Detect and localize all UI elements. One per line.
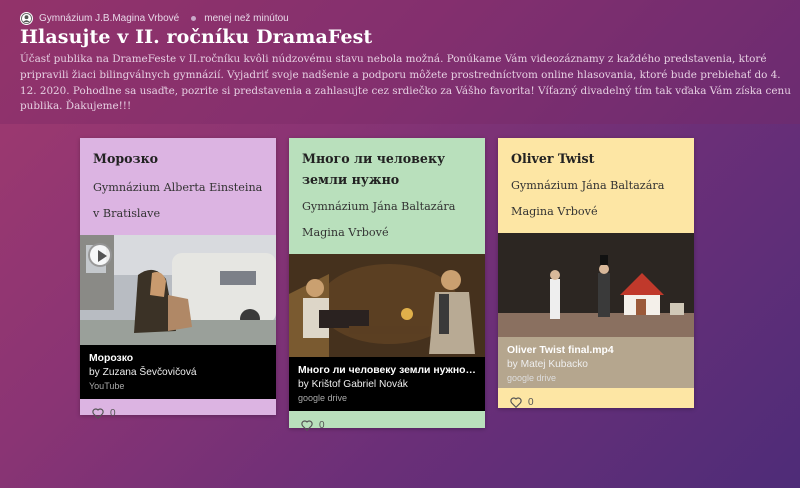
post-card-oliver-twist[interactable]: Oliver Twist Gymnázium Jána Baltazára Ma… <box>498 138 694 409</box>
video-caption: Много ли человеку земли нужно.m... by Kr… <box>289 357 485 411</box>
video-author: by Matej Kubacko <box>507 359 588 370</box>
video-attachment[interactable]: Морозко by Zuzana Ševčovičová YouTube <box>80 235 276 399</box>
video-title[interactable]: Морозко <box>89 352 267 366</box>
post-time: menej než minútou <box>204 12 289 24</box>
like-count: 0 <box>528 396 534 408</box>
video-source: YouTube <box>89 381 125 391</box>
author-name[interactable]: Gymnázium J.B.Magina Vrbové <box>39 13 179 24</box>
video-thumbnail <box>498 233 694 337</box>
card-subtitle: Gymnázium Alberta Einsteina v Bratislave <box>93 181 263 220</box>
heart-icon[interactable] <box>300 418 314 432</box>
post-card-morozko[interactable]: Морозко Gymnázium Alberta Einsteina v Br… <box>80 138 276 420</box>
card-title: Oliver Twist <box>511 151 595 166</box>
card-footer: 0 <box>498 388 694 416</box>
card-footer: 0 <box>80 399 276 427</box>
video-thumbnail <box>289 254 485 357</box>
video-attachment[interactable]: Много ли человеку земли нужно.m... by Kr… <box>289 254 485 411</box>
post-card-mnogo-li[interactable]: Много ли человеку земли нужно Gymnázium … <box>289 138 485 432</box>
video-author: by Krištof Gabriel Novák <box>298 379 408 390</box>
like-count: 0 <box>110 407 116 419</box>
video-source: google drive <box>507 373 557 383</box>
page-title: Hlasujte v II. ročníku DramaFest <box>20 26 373 48</box>
video-author: by Zuzana Ševčovičová <box>89 367 197 378</box>
video-caption: Морозко by Zuzana Ševčovičová YouTube <box>80 345 276 399</box>
card-subtitle: Gymnázium Jána Baltazára Magina Vrbové <box>302 200 456 239</box>
video-attachment[interactable]: Oliver Twist final.mp4 by Matej Kubacko … <box>498 233 694 388</box>
page-description: Účasť publika na DrameFeste v II.ročníku… <box>20 53 791 113</box>
play-button[interactable] <box>88 243 112 267</box>
heart-icon[interactable] <box>509 395 523 409</box>
card-title: Морозко <box>93 151 159 166</box>
avatar[interactable] <box>20 11 33 25</box>
like-count: 0 <box>319 419 325 431</box>
card-subtitle: Gymnázium Jána Baltazára Magina Vrbové <box>511 179 665 218</box>
video-caption: Oliver Twist final.mp4 by Matej Kubacko … <box>498 337 694 388</box>
video-title[interactable]: Много ли человеку земли нужно.m... <box>298 364 476 378</box>
video-title[interactable]: Oliver Twist final.mp4 <box>507 344 685 358</box>
separator-dot <box>191 15 197 21</box>
user-avatar-icon <box>21 12 32 24</box>
card-title: Много ли человеку земли нужно <box>302 151 446 187</box>
video-source: google drive <box>298 393 348 403</box>
card-footer: 0 <box>289 411 485 439</box>
post-meta: Gymnázium J.B.Magina Vrbové menej než mi… <box>20 10 289 26</box>
heart-icon[interactable] <box>91 406 105 420</box>
